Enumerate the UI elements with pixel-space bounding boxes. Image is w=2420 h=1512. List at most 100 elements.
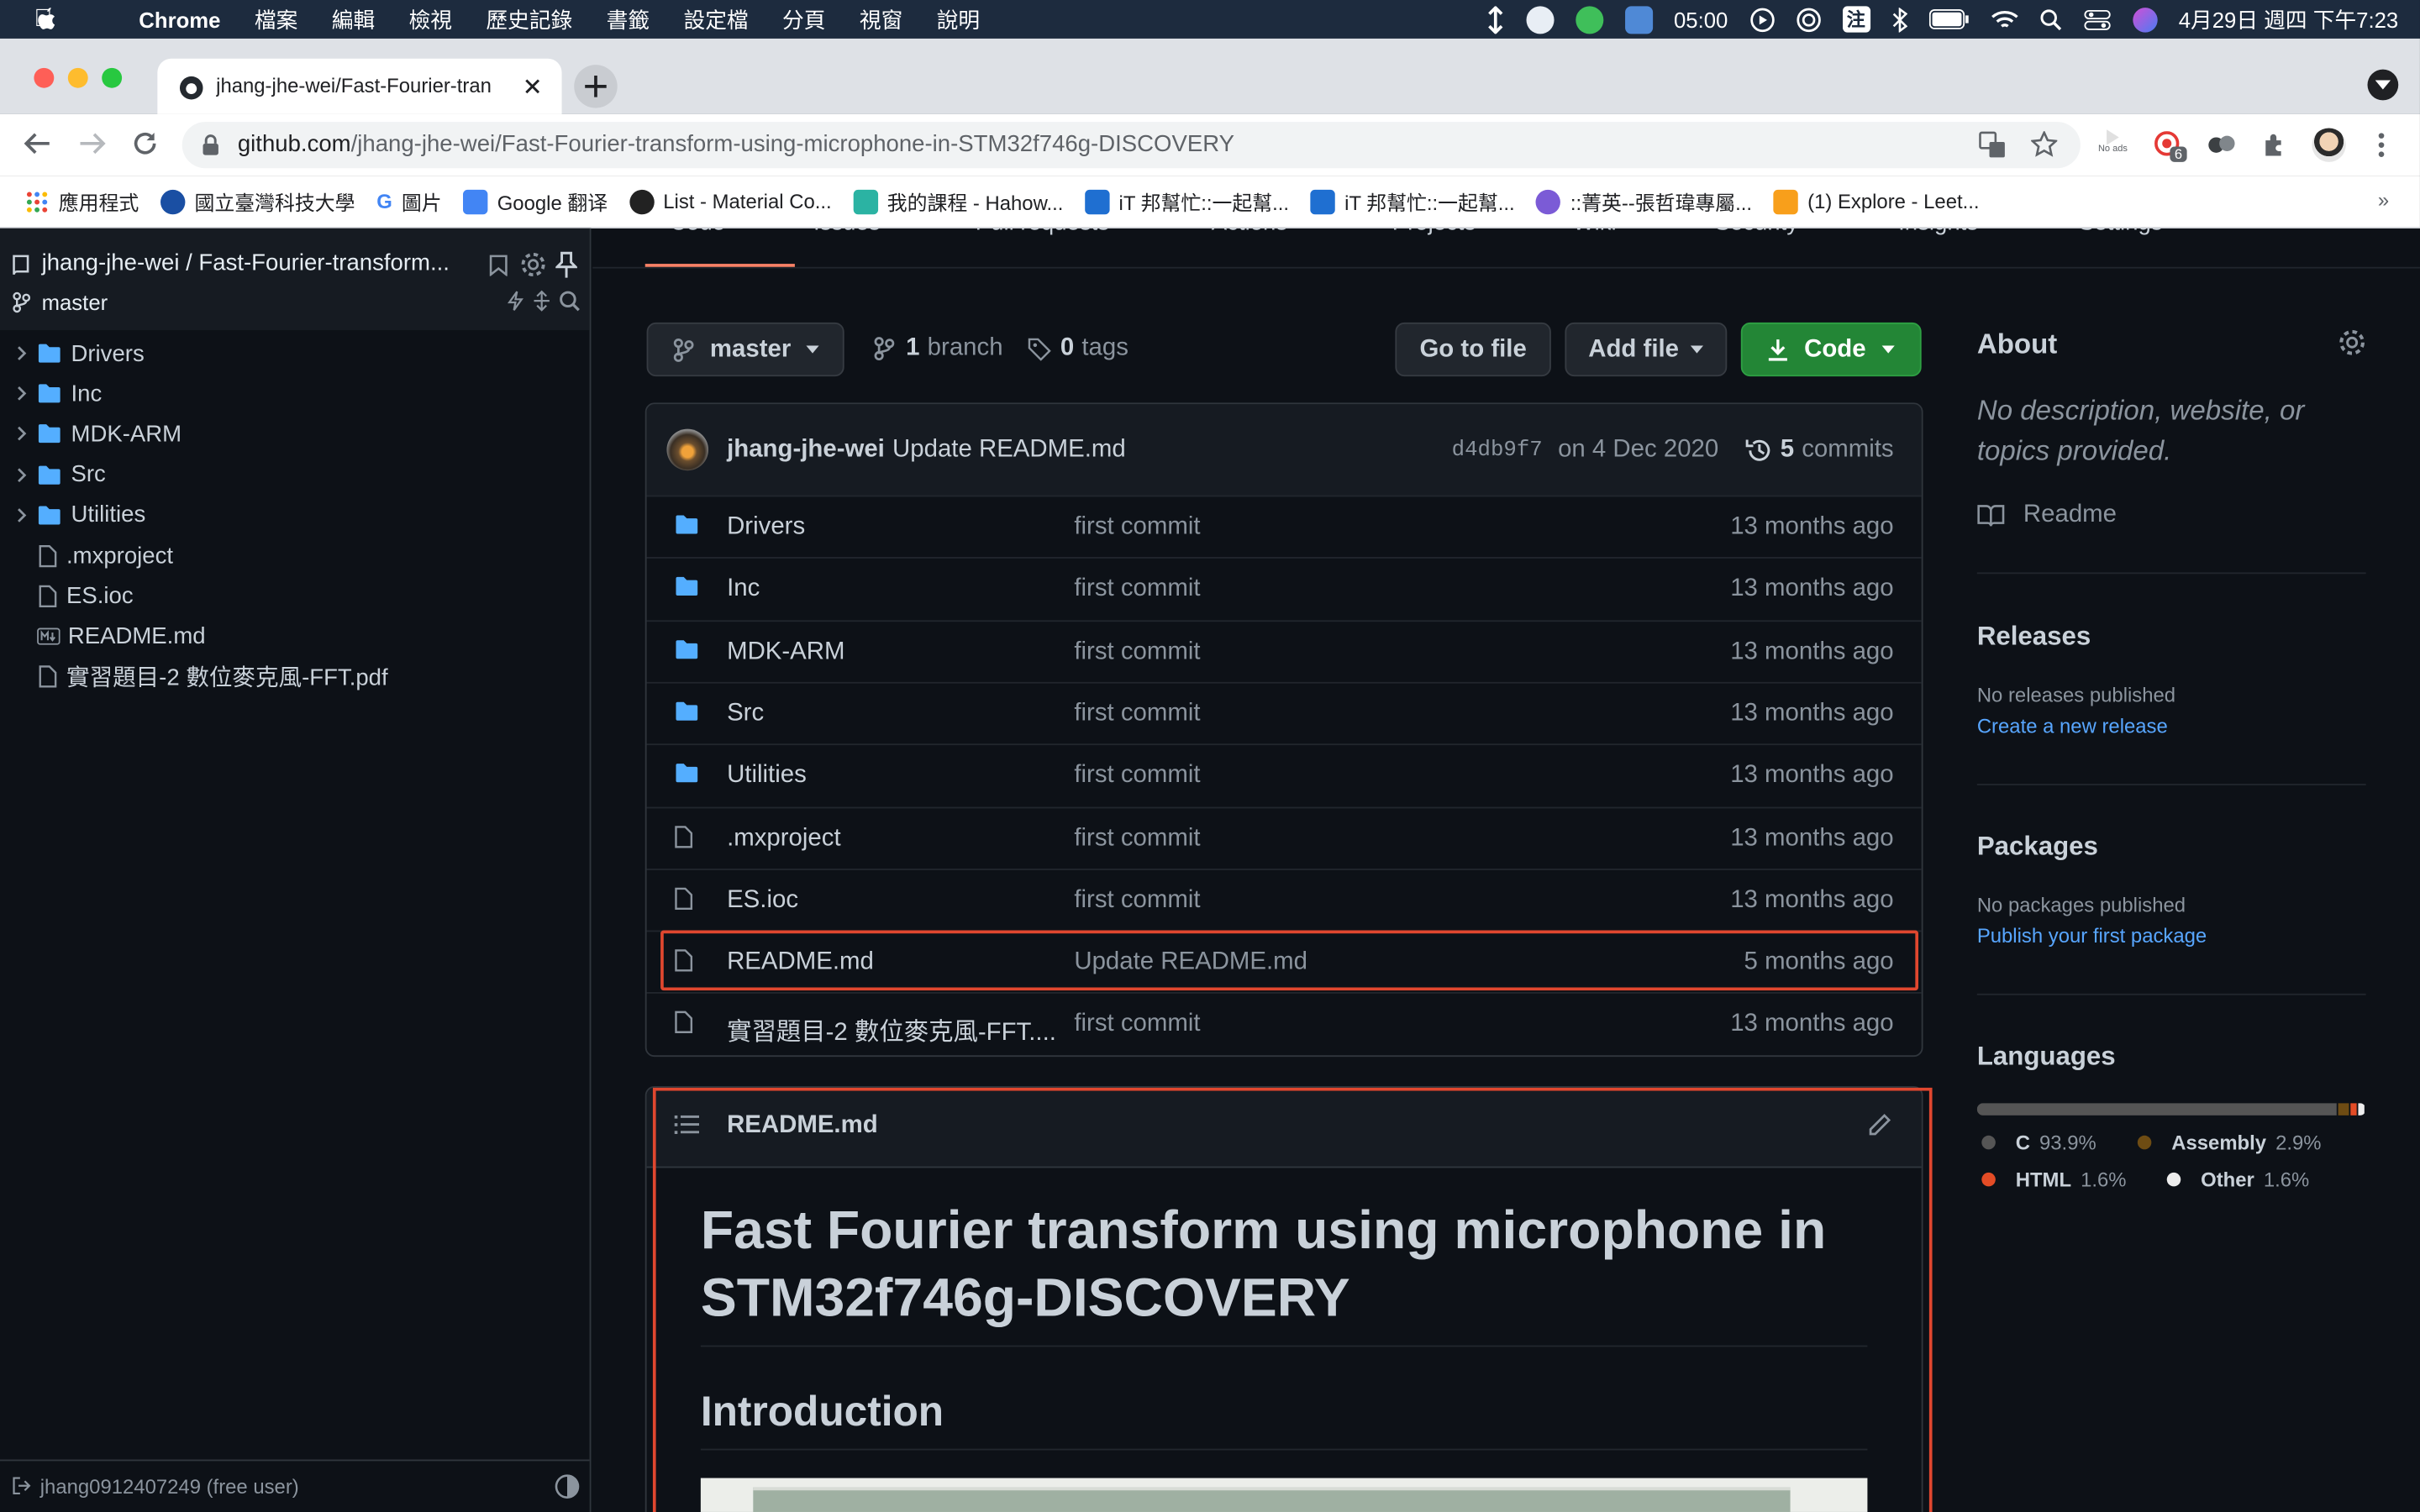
file-row[interactable]: MDK-ARM first commit 13 months ago (646, 619, 1922, 681)
expand-arrows-icon[interactable] (533, 290, 551, 312)
chevron-right-icon[interactable] (15, 345, 28, 360)
extensions-puzzle-icon[interactable] (2261, 131, 2289, 159)
bookmark-apps[interactable]: 應用程式 (24, 186, 139, 216)
tree-item[interactable]: Utilities (0, 495, 590, 535)
tree-item[interactable]: MDK-ARM (0, 414, 590, 454)
play-circle-icon[interactable] (1749, 7, 1774, 32)
file-row[interactable]: README.md Update README.md 5 months ago (646, 930, 1922, 992)
gear-icon[interactable] (520, 251, 546, 277)
file-row[interactable]: ES.ioc first commit 13 months ago (646, 868, 1922, 930)
tree-item[interactable]: ES.ioc (0, 575, 590, 616)
commit-sha[interactable]: d4db9f7 (1452, 438, 1543, 463)
file-commit-message[interactable]: first commit (1074, 887, 1200, 915)
menu-file[interactable]: 檔案 (255, 4, 297, 35)
readme-link[interactable]: Readme (1977, 501, 2117, 529)
branch-select-button[interactable]: master (646, 322, 844, 377)
bookmark-leetcode[interactable]: (1) Explore - Leet... (1773, 188, 1980, 214)
file-commit-message[interactable]: first commit (1074, 701, 1200, 728)
code-download-button[interactable]: Code (1740, 322, 1922, 377)
file-commit-message[interactable]: first commit (1074, 763, 1200, 790)
ime-indicator[interactable]: 注 (1842, 6, 1870, 33)
ext-dots-icon[interactable] (2207, 133, 2238, 157)
chevron-right-icon[interactable] (15, 467, 28, 482)
tab-insights[interactable]: Insights (1880, 228, 2060, 236)
search-icon[interactable] (559, 290, 581, 312)
tab-actions[interactable]: Actions (1193, 228, 1374, 236)
file-row[interactable]: 實習題目-2 數位麥克風-FFT.... first commit 13 month… (646, 992, 1922, 1054)
releases-heading[interactable]: Releases (1977, 622, 2091, 653)
tree-item[interactable]: Src (0, 454, 590, 495)
file-name-link[interactable]: .mxproject (727, 825, 841, 853)
language-item[interactable]: HTML 1.6% (1981, 1168, 2127, 1191)
reload-icon[interactable] (133, 131, 157, 155)
file-name-link[interactable]: README.md (727, 949, 874, 977)
file-commit-message[interactable]: first commit (1074, 1011, 1200, 1039)
new-tab-button[interactable] (574, 65, 618, 108)
file-row[interactable]: Inc first commit 13 months ago (646, 557, 1922, 619)
file-row[interactable]: Utilities first commit 13 months ago (646, 743, 1922, 806)
window-minimize-button[interactable] (67, 67, 88, 88)
file-name-link[interactable]: 實習題目-2 數位麥克風-FFT.... (727, 1011, 1056, 1048)
bookmark-google-translate[interactable]: Google 翻译 (463, 186, 608, 216)
create-release-link[interactable]: Create a new release (1977, 714, 2168, 738)
commit-date[interactable]: on 4 Dec 2020 (1558, 437, 1718, 465)
sidebar-repo-name[interactable]: jhang-jhe-wei / Fast-Fourier-transform..… (42, 250, 450, 276)
bookmark-images[interactable]: G 圖片 (376, 186, 441, 216)
file-commit-message[interactable]: first commit (1074, 825, 1200, 853)
window-close-button[interactable] (34, 67, 55, 88)
language-item[interactable]: C 93.9% (1981, 1131, 2096, 1154)
chevron-right-icon[interactable] (15, 386, 28, 402)
file-name-link[interactable]: Inc (727, 576, 760, 604)
file-name-link[interactable]: Src (727, 701, 764, 728)
file-commit-message[interactable]: first commit (1074, 514, 1200, 542)
list-unordered-icon[interactable] (674, 1114, 700, 1136)
bookmark-ntust[interactable]: 國立臺灣科技大學 (160, 186, 355, 216)
file-row[interactable]: Src first commit 13 months ago (646, 681, 1922, 743)
menu-view[interactable]: 檢視 (409, 4, 452, 35)
timer-text[interactable]: 05:00 (1674, 7, 1728, 31)
bookmarks-overflow-button[interactable]: » (2378, 188, 2389, 212)
language-item[interactable]: Assembly 2.9% (2137, 1131, 2322, 1154)
add-file-button[interactable]: Add file (1565, 322, 1728, 377)
tab-close-icon[interactable] (523, 77, 542, 96)
go-to-file-button[interactable]: Go to file (1395, 322, 1551, 377)
ext-target-icon[interactable]: 6 (2154, 131, 2187, 162)
menu-profiles[interactable]: 設定檔 (683, 4, 748, 35)
file-commit-message[interactable]: first commit (1074, 576, 1200, 604)
bookmark-ithome-1[interactable]: iT 邦幫忙::一起幫... (1085, 186, 1289, 216)
author-avatar[interactable] (666, 428, 709, 471)
menu-edit[interactable]: 編輯 (332, 4, 375, 35)
bookmark-ithome-2[interactable]: iT 邦幫忙::一起幫... (1310, 186, 1515, 216)
menu-app-name[interactable]: Chrome (139, 7, 220, 31)
tree-item[interactable]: Inc (0, 374, 590, 414)
tags-link[interactable]: 0 tags (1028, 335, 1128, 363)
menu-history[interactable]: 歷史記錄 (486, 4, 572, 35)
spotlight-search-icon[interactable] (2039, 8, 2061, 30)
tab-code[interactable]: Code (648, 228, 794, 236)
commit-author[interactable]: jhang-jhe-wei (727, 437, 885, 465)
branches-link[interactable]: 1 branch (874, 335, 1003, 363)
tab-wiki[interactable]: Wiki (1555, 228, 1697, 236)
menu-window[interactable]: 視窗 (860, 4, 902, 35)
bookmark-material[interactable]: List - Material Co... (629, 188, 832, 214)
tab-issues[interactable]: Issues (795, 228, 957, 236)
clock-text[interactable]: 4月29日 週四 下午7:23 (2179, 4, 2399, 35)
tab-pull-requests[interactable]: Pull requests (957, 228, 1193, 236)
tree-item[interactable]: 實習題目-2 數位麥克風-FFT.pdf (0, 657, 590, 697)
file-name-link[interactable]: MDK-ARM (727, 638, 844, 666)
file-name-link[interactable]: ES.ioc (727, 887, 798, 915)
bookmark-elite[interactable]: ::菁英--張哲瑋專屬... (1536, 186, 1752, 216)
chevron-right-icon[interactable] (15, 427, 28, 442)
address-bar[interactable]: github.com /jhang-jhe-wei/Fast-Fourier-t… (182, 122, 2081, 169)
tab-security[interactable]: Security (1697, 228, 1881, 236)
tab-search-button[interactable] (2367, 69, 2399, 101)
theme-toggle-icon[interactable] (554, 1473, 580, 1499)
bookmark-star-icon[interactable] (2031, 131, 2058, 157)
file-row[interactable]: .mxproject first commit 13 months ago (646, 806, 1922, 868)
signout-icon[interactable] (13, 1477, 31, 1495)
pin-icon[interactable] (555, 251, 577, 279)
back-arrow-icon[interactable] (24, 131, 51, 155)
file-row[interactable]: Drivers first commit 13 months ago (646, 495, 1922, 557)
sidebar-branch-name[interactable]: master (42, 290, 108, 314)
commit-message[interactable]: Update README.md (892, 437, 1126, 465)
